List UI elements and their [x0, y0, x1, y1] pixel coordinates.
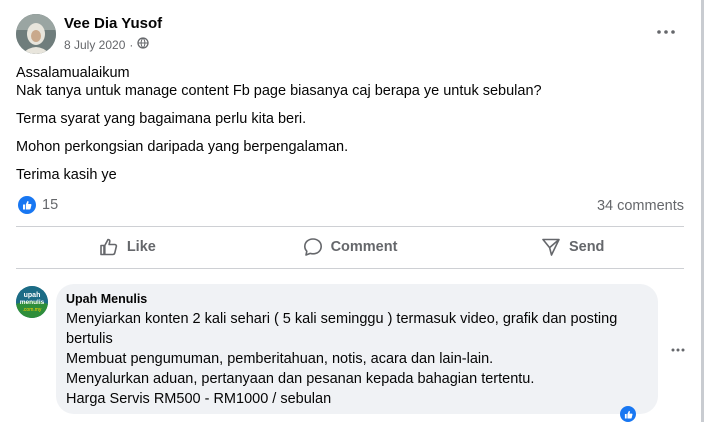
like-label: Like [126, 239, 156, 255]
author-name[interactable]: Vee Dia Yusof [64, 15, 162, 32]
send-label: Send [568, 239, 605, 255]
post-line: Terma syarat yang bagaimana perlu kita b… [16, 111, 307, 127]
post-body: Assalamualaikum Nak tanya untuk manage c… [16, 64, 676, 184]
post-actions-bar: Like Comment Send [16, 228, 684, 266]
send-button[interactable]: Send [461, 228, 684, 266]
post-date[interactable]: 8 July 2020 [64, 38, 125, 52]
post-meta: 8 July 2020 · [64, 37, 150, 52]
comment-body: Menyiarkan konten 2 kali sehari ( 5 kali… [66, 309, 646, 409]
upah-menulis-logo: upah menulis .com.my [16, 286, 48, 318]
post-line: Terima kasih ye [16, 167, 117, 183]
post-line: Mohon perkongsian daripada yang berpenga… [16, 139, 349, 155]
like-reaction-icon [18, 196, 36, 214]
send-icon [542, 238, 560, 256]
reaction-count: 15 [42, 197, 59, 213]
author-avatar[interactable] [16, 14, 56, 54]
comment-more-options-button[interactable] [666, 340, 690, 360]
facebook-post: Vee Dia Yusof 8 July 2020 · Assalamualai… [0, 0, 704, 422]
comment-bubble: Upah Menulis Menyiarkan konten 2 kali se… [56, 284, 658, 414]
comments-count-link[interactable]: 34 comments [597, 198, 684, 214]
commenter-avatar[interactable]: upah menulis .com.my [16, 286, 48, 318]
comment-button[interactable]: Comment [239, 228, 462, 266]
post-more-options-button[interactable] [654, 22, 678, 42]
comment-line: Menyiarkan konten 2 kali sehari ( 5 kali… [66, 311, 618, 347]
thumbs-up-icon [100, 238, 117, 256]
comment-line: Menyalurkan aduan, pertanyaan dan pesana… [66, 371, 535, 387]
comment-line: Harga Servis RM500 - RM1000 / sebulan [66, 391, 332, 407]
meta-separator: · [129, 37, 134, 52]
svg-text:menulis: menulis [20, 299, 45, 306]
divider [16, 268, 684, 269]
svg-text:upah: upah [24, 292, 41, 299]
reactions-summary[interactable]: 15 [18, 196, 58, 214]
post-line: Assalamualaikum [16, 65, 130, 81]
svg-text:.com.my: .com.my [23, 307, 42, 313]
globe-icon [137, 37, 150, 52]
divider [16, 226, 684, 227]
comment-label: Comment [330, 239, 398, 255]
comment-reaction-badge[interactable] [620, 406, 636, 422]
more-horizontal-icon [671, 348, 685, 352]
more-horizontal-icon [657, 30, 675, 34]
comment-line: Membuat pengumuman, pemberitahuan, notis… [66, 351, 494, 367]
like-button[interactable]: Like [16, 228, 239, 266]
comment-icon [303, 238, 322, 256]
like-reaction-icon [620, 406, 636, 422]
avatar-image [16, 14, 56, 54]
commenter-name[interactable]: Upah Menulis [66, 292, 147, 306]
post-line: Nak tanya untuk manage content Fb page b… [16, 83, 542, 99]
